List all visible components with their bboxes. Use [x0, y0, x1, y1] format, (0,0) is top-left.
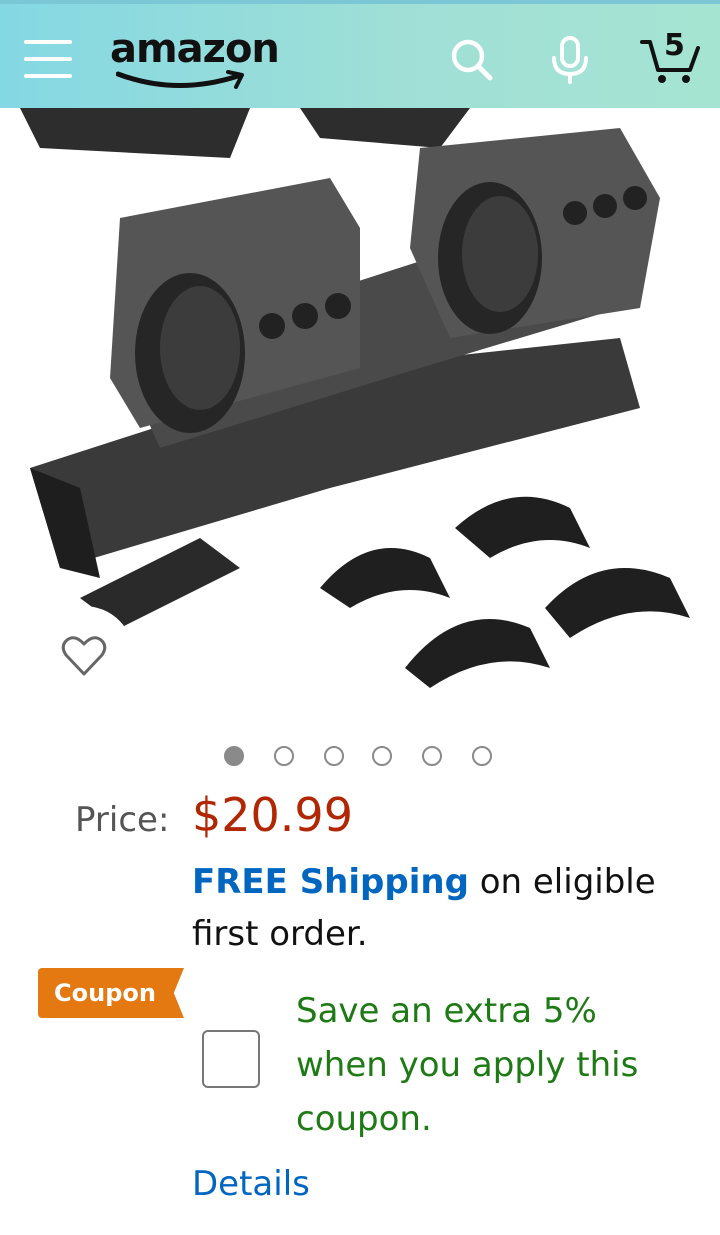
price-value: $20.99	[192, 788, 353, 842]
heart-icon	[61, 636, 107, 676]
carousel-dot[interactable]	[274, 746, 294, 766]
menu-icon[interactable]	[24, 38, 72, 80]
amazon-logo[interactable]: amazon	[110, 26, 280, 92]
logo-text: amazon	[110, 26, 280, 72]
search-icon[interactable]	[448, 34, 496, 86]
cart-count-badge: 5	[664, 28, 685, 63]
cart-icon[interactable]: 5	[640, 28, 702, 88]
price-label: Price:	[75, 800, 170, 840]
carousel-dot[interactable]	[224, 746, 244, 766]
coupon-badge: Coupon	[38, 968, 184, 1018]
logo-smile-icon	[116, 70, 244, 89]
coupon-description: Save an extra 5% when you apply this cou…	[296, 991, 639, 1139]
microphone-icon[interactable]	[546, 34, 594, 86]
shipping-info: FREE Shipping on eligible first order.	[192, 856, 692, 960]
carousel-dot[interactable]	[472, 746, 492, 766]
top-navigation-bar: amazon 5	[0, 0, 720, 108]
details-link[interactable]: Details	[192, 1164, 310, 1204]
free-shipping-link[interactable]: FREE Shipping	[192, 862, 469, 902]
carousel-dot[interactable]	[324, 746, 344, 766]
wishlist-button[interactable]	[34, 606, 134, 706]
coupon-checkbox[interactable]	[202, 1030, 260, 1088]
carousel-dot[interactable]	[372, 746, 392, 766]
carousel-dot[interactable]	[422, 746, 442, 766]
